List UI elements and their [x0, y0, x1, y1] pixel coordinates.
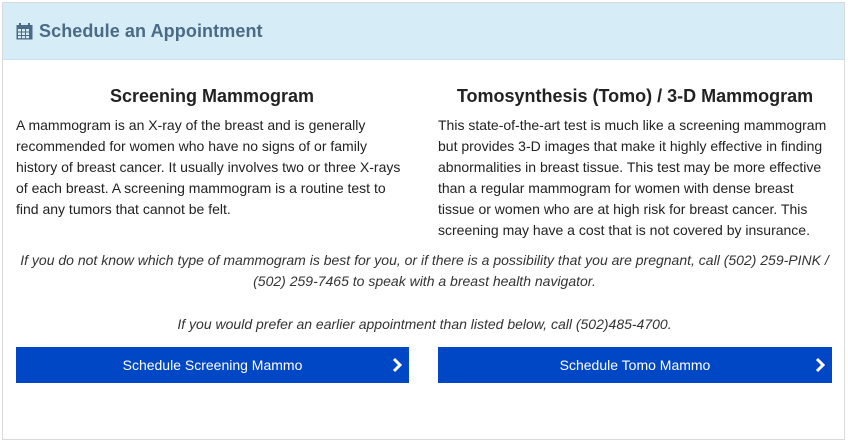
schedule-screening-label: Schedule Screening Mammo [122, 357, 303, 373]
tomo-column: Tomosynthesis (Tomo) / 3-D Mammogram Thi… [438, 61, 832, 241]
chevron-right-icon [815, 357, 826, 373]
tomo-heading: Tomosynthesis (Tomo) / 3-D Mammogram [456, 86, 814, 106]
schedule-tomo-label: Schedule Tomo Mammo [559, 357, 711, 373]
tomo-description: This state-of-the-art test is much like … [438, 117, 827, 238]
calendar-icon [16, 22, 33, 39]
screening-description: A mammogram is an X-ray of the breast an… [16, 117, 401, 217]
navigator-note: If you do not know which type of mammogr… [20, 252, 829, 289]
appointment-panel: Schedule an Appointment Screening Mammog… [2, 2, 845, 440]
panel-header: Schedule an Appointment [3, 3, 844, 60]
schedule-screening-button[interactable]: Schedule Screening Mammo [16, 347, 409, 383]
screening-column: Screening Mammogram A mammogram is an X-… [16, 61, 408, 220]
chevron-right-icon [392, 357, 403, 373]
panel-title: Schedule an Appointment [39, 20, 263, 41]
earlier-appointment-note: If you would prefer an earlier appointme… [177, 316, 672, 332]
schedule-tomo-button[interactable]: Schedule Tomo Mammo [438, 347, 832, 383]
screening-heading: Screening Mammogram [109, 86, 315, 106]
